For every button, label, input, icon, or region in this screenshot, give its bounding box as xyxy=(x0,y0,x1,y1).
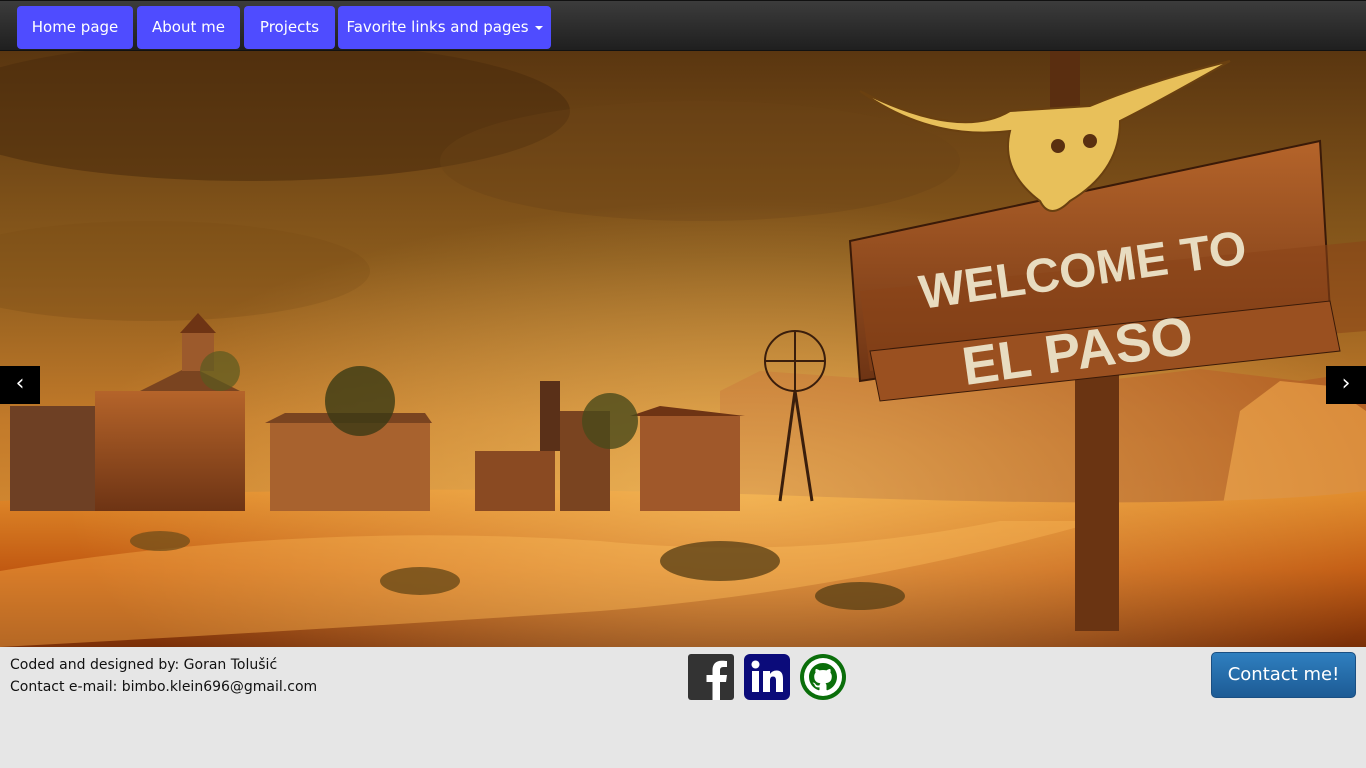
chevron-right-icon: › xyxy=(1341,371,1351,396)
nav-favorites-dropdown[interactable]: Favorite links and pages xyxy=(338,6,551,49)
credit-email-text: Contact e-mail: bimbo.klein696@gmail.com xyxy=(10,679,318,695)
nav-home-button[interactable]: Home page xyxy=(17,6,133,49)
footer-credit: Coded and designed by: Goran Tolušić Con… xyxy=(10,654,317,698)
top-navbar: Home page About me Projects Favorite lin… xyxy=(0,0,1366,51)
nav-projects-label: Projects xyxy=(259,18,320,36)
nav-home-label: Home page xyxy=(31,18,119,36)
contact-me-button[interactable]: Contact me! xyxy=(1211,652,1356,698)
credit-designer-text: Coded and designed by: Goran Tolušić xyxy=(10,657,278,673)
carousel-prev-button[interactable]: ‹ xyxy=(0,366,40,404)
nav-about-button[interactable]: About me xyxy=(137,6,240,49)
nav-favorites-label: Favorite links and pages xyxy=(346,18,529,36)
western-town-image: WELCOME TO EL PASO xyxy=(0,51,1366,647)
linkedin-link[interactable] xyxy=(743,653,791,701)
github-icon xyxy=(800,654,846,700)
caret-down-icon xyxy=(534,25,543,30)
page-footer: Coded and designed by: Goran Tolušić Con… xyxy=(0,647,1366,768)
nav-projects-button[interactable]: Projects xyxy=(244,6,335,49)
chevron-left-icon: ‹ xyxy=(15,371,25,396)
hero-carousel: WELCOME TO EL PASO ‹ › xyxy=(0,51,1366,647)
github-link[interactable] xyxy=(799,653,847,701)
facebook-icon xyxy=(688,654,734,700)
carousel-next-button[interactable]: › xyxy=(1326,366,1366,404)
nav-about-label: About me xyxy=(152,18,225,36)
linkedin-icon xyxy=(744,654,790,700)
contact-me-label: Contact me! xyxy=(1227,664,1340,685)
facebook-link[interactable] xyxy=(687,653,735,701)
